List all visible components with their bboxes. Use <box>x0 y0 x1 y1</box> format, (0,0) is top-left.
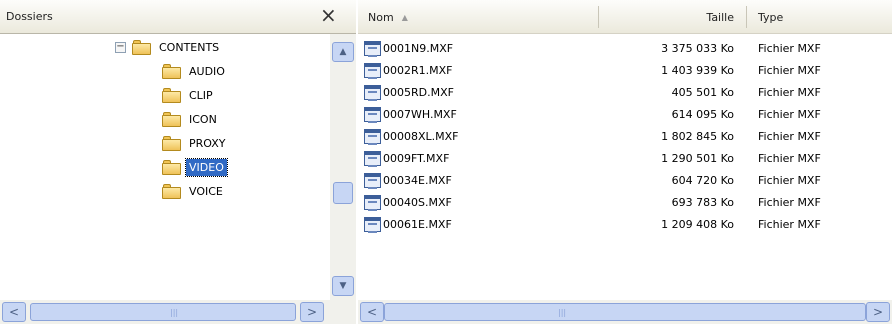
video-file-icon <box>364 41 381 57</box>
file-name: 0002R1.MXF <box>383 64 453 77</box>
close-icon[interactable]: × <box>320 3 337 27</box>
scroll-grip-icon: ||| <box>170 308 179 317</box>
file-list-header: Nom ▲ Taille Type <box>358 0 892 34</box>
file-row[interactable]: 0005RD.MXF 405 501 Ko Fichier MXF <box>358 82 892 104</box>
folder-icon <box>162 87 181 103</box>
scroll-grip-icon: ||| <box>558 308 567 317</box>
tree-item-label: ICON <box>189 112 217 126</box>
folder-icon <box>162 183 181 199</box>
file-name: 00008XL.MXF <box>383 130 459 143</box>
file-size: 1 209 408 Ko <box>661 218 734 231</box>
tree-item-label: PROXY <box>189 136 226 150</box>
file-size: 614 095 Ko <box>671 108 734 121</box>
tree-item-contents[interactable]: CONTENTS <box>132 36 222 58</box>
file-type: Fichier MXF <box>758 86 821 99</box>
file-row[interactable]: 00008XL.MXF 1 802 845 Ko Fichier MXF <box>358 126 892 148</box>
video-file-icon <box>364 173 381 189</box>
scroll-corner <box>330 300 356 324</box>
file-name: 0005RD.MXF <box>383 86 454 99</box>
file-list-pane: Nom ▲ Taille Type 0001N9.MXF 3 375 033 K… <box>358 0 892 324</box>
tree-item-label: VIDEO <box>185 157 228 177</box>
folders-pane: Dossiers × − CONTENTS AUDIO CLIP ICON PR… <box>0 0 356 324</box>
scroll-thumb[interactable] <box>333 182 353 204</box>
file-type: Fichier MXF <box>758 42 821 55</box>
scroll-left-icon[interactable]: < <box>2 302 26 322</box>
folder-icon <box>132 39 151 55</box>
file-name: 0009FT.MXF <box>383 152 450 165</box>
file-name: 0007WH.MXF <box>383 108 457 121</box>
files-horizontal-scrollbar[interactable]: < ||| > <box>358 300 892 324</box>
video-file-icon <box>364 85 381 101</box>
folders-pane-header: Dossiers × <box>0 0 356 34</box>
file-row[interactable]: 00040S.MXF 693 783 Ko Fichier MXF <box>358 192 892 214</box>
scroll-up-icon[interactable]: ▲ <box>332 42 354 62</box>
video-file-icon <box>364 195 381 211</box>
column-divider[interactable] <box>746 6 747 28</box>
folders-horizontal-scrollbar[interactable]: < ||| > <box>0 300 330 324</box>
folder-icon <box>162 111 181 127</box>
folder-open-icon <box>162 159 181 175</box>
video-file-icon <box>364 217 381 233</box>
tree-item-video[interactable]: VIDEO <box>162 156 228 178</box>
folder-icon <box>162 135 181 151</box>
scroll-right-icon[interactable]: > <box>300 302 324 322</box>
file-type: Fichier MXF <box>758 196 821 209</box>
file-name: 00034E.MXF <box>383 174 452 187</box>
folders-pane-title: Dossiers <box>6 10 53 23</box>
scroll-down-icon[interactable]: ▼ <box>332 276 354 296</box>
column-header-label: Taille <box>706 10 734 24</box>
file-row[interactable]: 00061E.MXF 1 209 408 Ko Fichier MXF <box>358 214 892 236</box>
file-type: Fichier MXF <box>758 218 821 231</box>
file-type: Fichier MXF <box>758 130 821 143</box>
file-type: Fichier MXF <box>758 108 821 121</box>
file-name: 00040S.MXF <box>383 196 452 209</box>
file-size: 405 501 Ko <box>671 86 734 99</box>
tree-item-label: AUDIO <box>189 64 225 78</box>
tree-item-label: CONTENTS <box>159 40 220 54</box>
file-row[interactable]: 00034E.MXF 604 720 Ko Fichier MXF <box>358 170 892 192</box>
tree-item-audio[interactable]: AUDIO <box>162 60 228 82</box>
tree-item-voice[interactable]: VOICE <box>162 180 226 202</box>
file-row[interactable]: 0002R1.MXF 1 403 939 Ko Fichier MXF <box>358 60 892 82</box>
file-type: Fichier MXF <box>758 152 821 165</box>
tree-item-proxy[interactable]: PROXY <box>162 132 229 154</box>
file-size: 1 290 501 Ko <box>661 152 734 165</box>
column-header-label: Nom <box>368 10 394 24</box>
file-name: 00061E.MXF <box>383 218 452 231</box>
scroll-thumb[interactable] <box>30 303 296 321</box>
video-file-icon <box>364 63 381 79</box>
file-row[interactable]: 0007WH.MXF 614 095 Ko Fichier MXF <box>358 104 892 126</box>
video-file-icon <box>364 107 381 123</box>
video-file-icon <box>364 129 381 145</box>
column-header-name[interactable]: Nom ▲ <box>368 0 598 34</box>
sort-ascending-icon: ▲ <box>401 12 408 22</box>
file-size: 1 802 845 Ko <box>661 130 734 143</box>
collapse-toggle-icon[interactable]: − <box>115 42 126 53</box>
folder-tree: − CONTENTS AUDIO CLIP ICON PROXY VIDEO V… <box>0 34 330 298</box>
scroll-right-icon[interactable]: > <box>866 302 890 322</box>
folders-vertical-scrollbar[interactable]: ▲ ▼ <box>330 34 356 300</box>
file-row[interactable]: 0009FT.MXF 1 290 501 Ko Fichier MXF <box>358 148 892 170</box>
file-size: 1 403 939 Ko <box>661 64 734 77</box>
tree-item-icon[interactable]: ICON <box>162 108 220 130</box>
column-header-type[interactable]: Type <box>748 0 892 34</box>
column-header-label: Type <box>758 10 784 24</box>
file-type: Fichier MXF <box>758 174 821 187</box>
file-name: 0001N9.MXF <box>383 42 454 55</box>
tree-item-clip[interactable]: CLIP <box>162 84 216 106</box>
tree-item-label: CLIP <box>189 88 213 102</box>
scroll-left-icon[interactable]: < <box>360 302 384 322</box>
folder-icon <box>162 63 181 79</box>
file-size: 3 375 033 Ko <box>661 42 734 55</box>
file-row[interactable]: 0001N9.MXF 3 375 033 Ko Fichier MXF <box>358 38 892 60</box>
column-header-size[interactable]: Taille <box>598 0 744 34</box>
video-file-icon <box>364 151 381 167</box>
tree-item-label: VOICE <box>189 184 223 198</box>
file-size: 693 783 Ko <box>671 196 734 209</box>
file-size: 604 720 Ko <box>671 174 734 187</box>
scroll-thumb[interactable] <box>384 303 866 321</box>
file-type: Fichier MXF <box>758 64 821 77</box>
file-rows: 0001N9.MXF 3 375 033 Ko Fichier MXF 0002… <box>358 38 892 236</box>
